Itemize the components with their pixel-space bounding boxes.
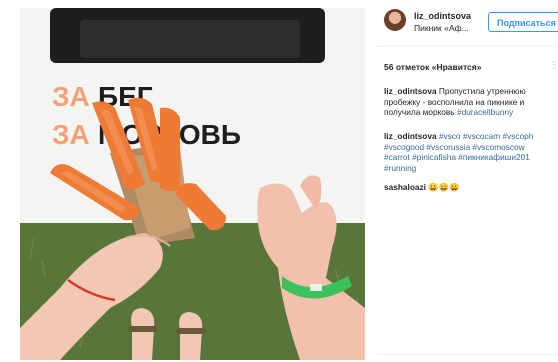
post-side-panel: liz_odintsova Пикник «Аф... Подписаться … [378, 0, 558, 362]
banner-text-za2: ЗА [52, 119, 90, 150]
avatar[interactable] [384, 9, 406, 31]
comment-tags-line4[interactable]: #running [384, 163, 558, 174]
photo-illustration: ЗА БЕГ ЗА МОРКОВЬ [20, 8, 365, 360]
likes-count[interactable]: 56 отметок «Нравится» [384, 62, 481, 72]
caption-hashtag[interactable]: #duracellbunny [457, 107, 513, 117]
comment-author[interactable]: liz_odintsova [384, 131, 437, 141]
comment-emoji: sashaloazi 😀😀😀 [384, 182, 459, 193]
divider [378, 354, 558, 355]
post-header: liz_odintsova Пикник «Аф... Подписаться [378, 0, 558, 47]
follow-button[interactable]: Подписаться [488, 12, 558, 32]
comment-tags-line3[interactable]: #carrot #pinicafisha #пикникафиши201 [384, 152, 558, 163]
comment-tags-line1[interactable]: #vsco #vscocam #vscoph [439, 131, 534, 141]
comment-author-2[interactable]: sashaloazi [384, 182, 426, 192]
banner-text-za1: ЗА [52, 81, 90, 112]
post-location[interactable]: Пикник «Аф... [414, 23, 469, 33]
comment-tags-line2[interactable]: #vscogood #vscorussia #vscomoscow [384, 142, 558, 153]
more-options-icon[interactable]: ⋮ [549, 60, 558, 71]
caption-author[interactable]: liz_odintsova [384, 86, 437, 96]
comment-text-2: 😀😀😀 [428, 182, 460, 192]
post-caption: liz_odintsova Пропустила утреннюю пробеж… [384, 86, 558, 118]
comment-hashtags: liz_odintsova #vsco #vscocam #vscoph #vs… [384, 131, 558, 173]
post-photo[interactable]: ЗА БЕГ ЗА МОРКОВЬ [20, 8, 365, 360]
post-author-username[interactable]: liz_odintsova [414, 11, 471, 21]
